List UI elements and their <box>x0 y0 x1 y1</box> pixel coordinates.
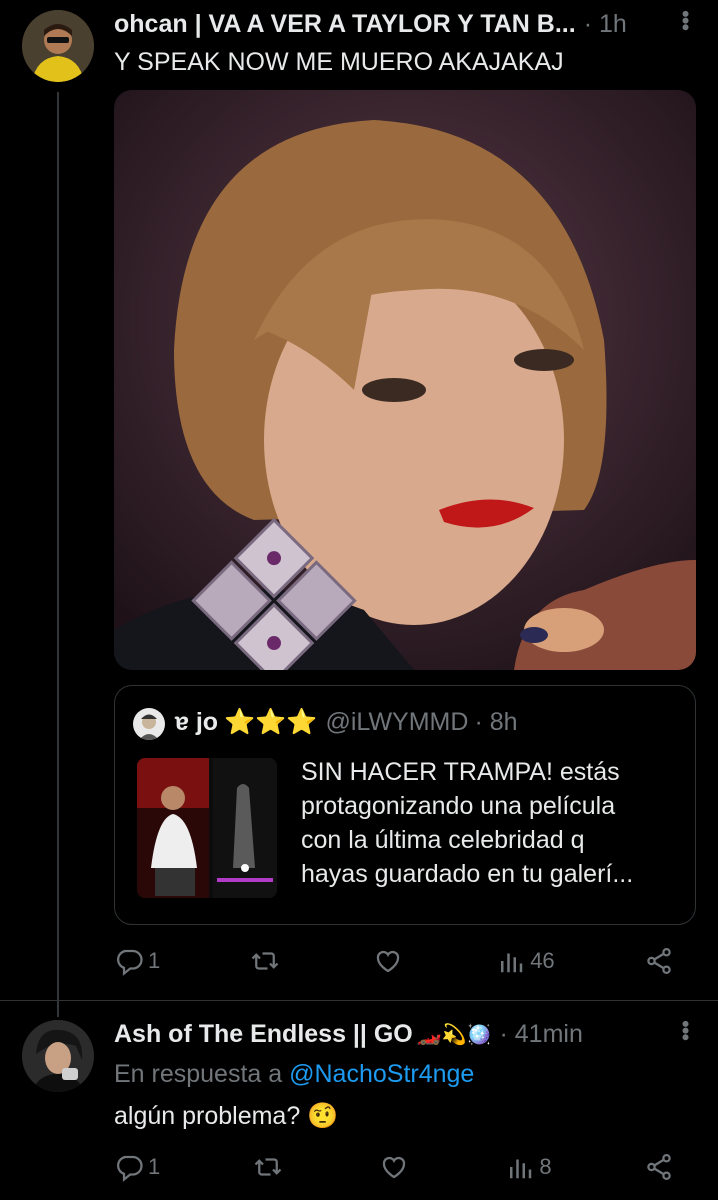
quote-text-line: con la última celebridad q <box>301 826 585 854</box>
star-emojis: ⭐⭐⭐ <box>224 708 318 736</box>
like-button[interactable] <box>373 946 407 976</box>
reply-button[interactable]: 1 <box>114 1152 160 1182</box>
share-button[interactable] <box>644 1152 674 1182</box>
views-count: 8 <box>539 1154 552 1179</box>
more-options-icon[interactable]: ••• <box>672 10 698 30</box>
divider <box>0 1000 718 1001</box>
reply-prefix: En respuesta a <box>114 1060 283 1088</box>
timestamp[interactable]: · 1h <box>584 10 627 39</box>
quote-handle: @iLWYMMD <box>325 708 469 736</box>
name-emojis: 🏎️💫🪩 <box>416 1024 492 1046</box>
tweet-text: algún problema? 🤨 <box>114 1102 339 1130</box>
tweet-header: Ash of The Endless || GO 🏎️💫🪩 · 41min <box>114 1020 583 1049</box>
quote-text-line: SIN HACER TRAMPA! estás <box>301 758 620 786</box>
retweet-icon <box>251 952 278 970</box>
retweet-button[interactable] <box>250 946 284 976</box>
views-count: 46 <box>530 948 555 973</box>
views-button[interactable]: 46 <box>496 946 555 976</box>
quote-timestamp: · 8h <box>474 708 518 736</box>
quoted-tweet[interactable]: ɐ jo ⭐⭐⭐ @iLWYMMD · 8h SIN HACER TRAMPA!… <box>114 685 696 925</box>
reply-count: 1 <box>148 948 161 973</box>
views-button[interactable]: 8 <box>505 1152 552 1182</box>
timestamp[interactable]: · 41min <box>499 1020 582 1049</box>
display-name[interactable]: ohcan | VA A VER A TAYLOR Y TAN B... <box>114 10 576 39</box>
display-name[interactable]: Ash of The Endless || GO <box>114 1020 413 1049</box>
retweet-icon <box>254 1158 281 1176</box>
views-icon <box>501 953 523 973</box>
quote-display-name: ɐ jo <box>175 708 219 736</box>
quote-text-line: protagonizando una película <box>301 792 616 820</box>
quote-thumbnail <box>137 758 277 898</box>
reply-handle-link[interactable]: @NachoStr4nge <box>289 1060 474 1088</box>
tweet-actions: 1 8 <box>114 1152 674 1182</box>
avatar[interactable] <box>22 1020 94 1092</box>
quote-avatar <box>133 708 165 740</box>
share-icon <box>647 1154 671 1180</box>
tweet-header: ohcan | VA A VER A TAYLOR Y TAN B... · 1… <box>114 10 627 39</box>
more-options-icon[interactable]: ••• <box>672 1020 698 1040</box>
quote-text-line: hayas guardado en tu galerí... <box>301 860 634 888</box>
reply-context: En respuesta a @NachoStr4nge <box>114 1060 474 1089</box>
reply-button[interactable]: 1 <box>114 946 160 976</box>
quote-header: ɐ jo ⭐⭐⭐ @iLWYMMD · 8h <box>175 708 518 737</box>
share-button[interactable] <box>644 946 674 976</box>
tweet-actions: 1 46 <box>114 946 674 976</box>
share-icon <box>647 948 671 974</box>
reply-icon <box>117 949 143 976</box>
avatar[interactable] <box>22 10 94 82</box>
heart-icon <box>376 950 400 973</box>
reply-icon <box>117 1155 143 1182</box>
tweet-image[interactable] <box>114 90 696 670</box>
views-icon <box>510 1159 532 1179</box>
thread-line <box>57 92 59 1017</box>
tweet-text: Y SPEAK NOW ME MUERO AKAJAKAJ <box>114 48 564 76</box>
like-button[interactable] <box>379 1152 413 1182</box>
heart-icon <box>382 1156 406 1179</box>
reply-count: 1 <box>148 1154 161 1179</box>
retweet-button[interactable] <box>253 1152 287 1182</box>
